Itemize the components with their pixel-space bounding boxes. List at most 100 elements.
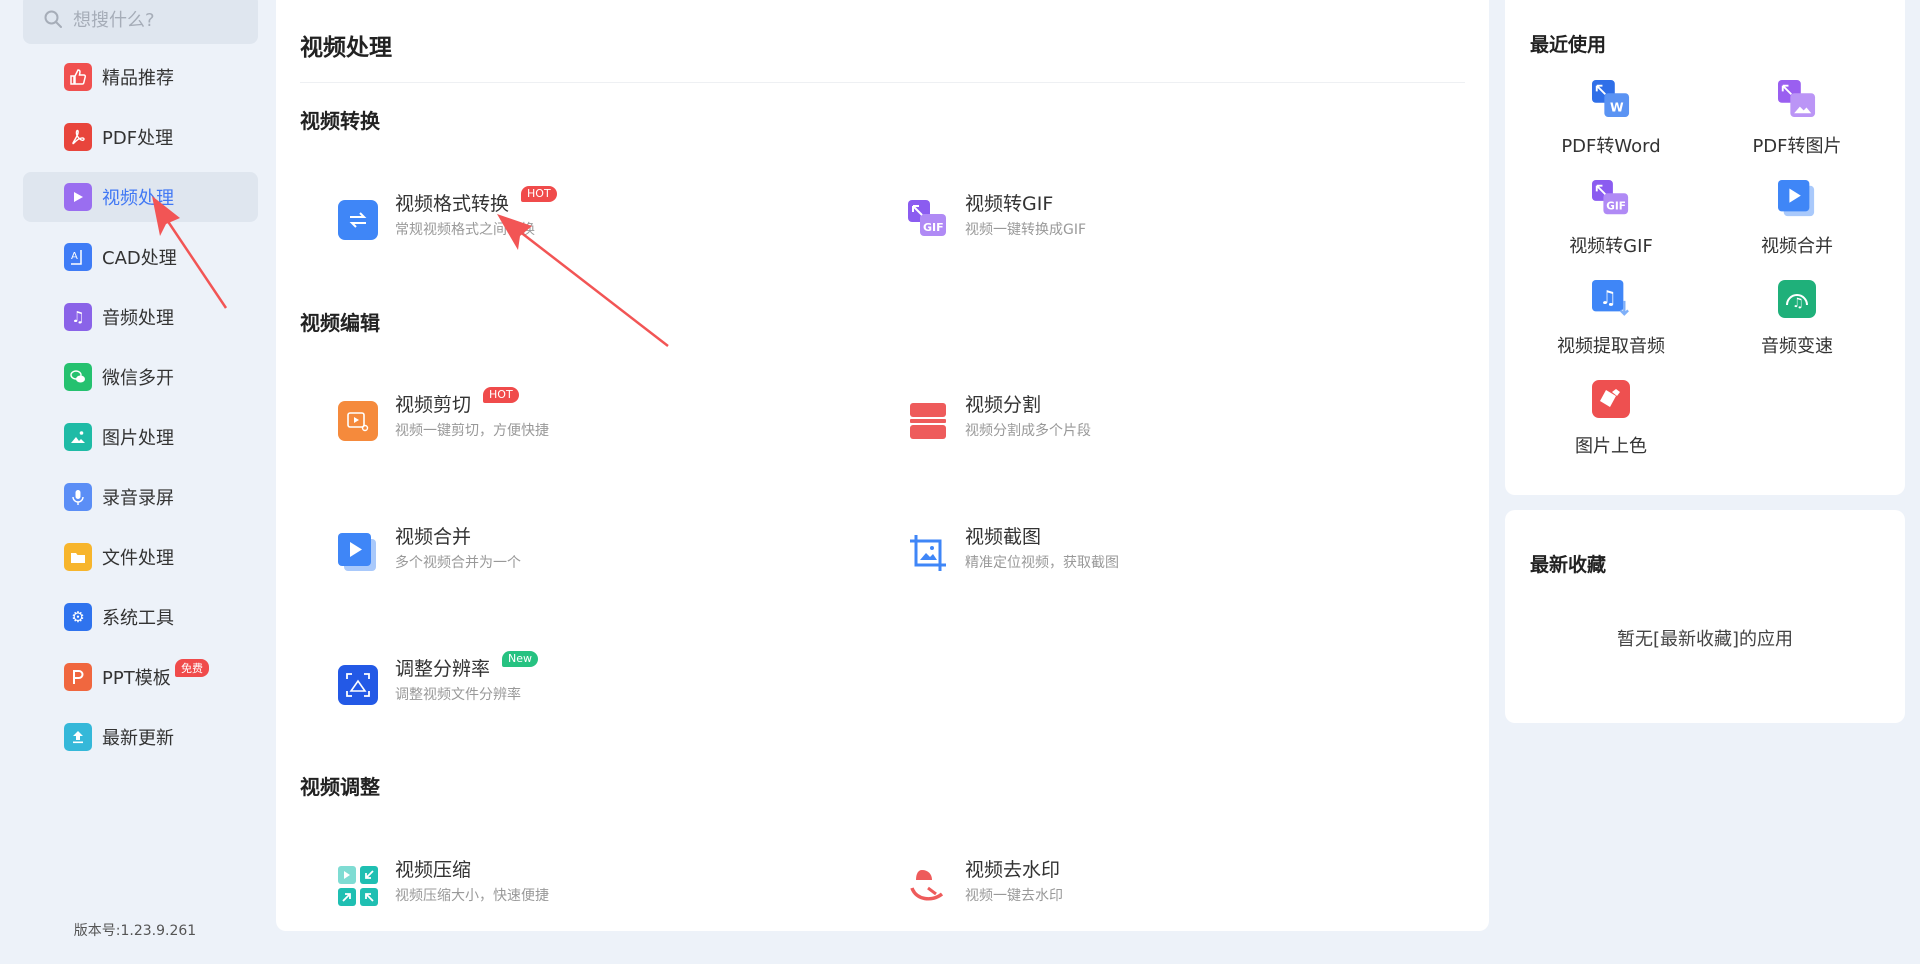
recent-item-label: PDF转图片 <box>1752 136 1842 157</box>
sidebar-item-image[interactable]: 图片处理 <box>23 412 258 462</box>
sidebar-item-video[interactable]: 视频处理 <box>23 172 258 222</box>
sidebar-item-update[interactable]: 最新更新 <box>23 712 258 762</box>
sidebar: 想搜什么? 精品推荐 PDF处理 视频处理 A CAD处理 ♫ 音频处理 微信多… <box>0 0 270 964</box>
recent-item-label: 视频提取音频 <box>1557 336 1665 357</box>
recent-item-label: PDF转Word <box>1561 136 1661 157</box>
sidebar-item-label: 视频处理 <box>102 188 174 209</box>
sidebar-item-label: 音频处理 <box>102 308 174 329</box>
tool-name: 视频压缩 <box>395 859 472 881</box>
recent-item-colorize[interactable]: 图片上色 <box>1536 380 1686 458</box>
tool-video-remove-watermark[interactable]: 视频去水印 视频一键去水印 <box>908 857 1328 917</box>
recent-item-video-merge[interactable]: 视频合并 <box>1722 180 1872 258</box>
svg-text:♫: ♫ <box>1792 296 1804 311</box>
tool-desc: 视频一键剪切，方便快捷 <box>395 423 549 439</box>
main-panel: 视频处理 视频转换 视频格式转换 HOT 常规视频格式之间转换 GIF 视频转GI… <box>276 0 1489 931</box>
colorize-icon <box>1592 380 1630 418</box>
recent-item-video-to-gif[interactable]: GIF 视频转GIF <box>1536 180 1686 258</box>
sidebar-item-label: 文件处理 <box>102 548 174 569</box>
search-box[interactable]: 想搜什么? <box>23 0 258 44</box>
tool-video-to-gif[interactable]: GIF 视频转GIF 视频一键转换成GIF <box>908 191 1328 251</box>
svg-text:♫: ♫ <box>1600 287 1617 309</box>
section-title-edit: 视频编辑 <box>300 311 380 335</box>
tool-name: 视频截图 <box>965 526 1042 548</box>
svg-text:GIF: GIF <box>923 221 944 234</box>
tool-video-format-convert[interactable]: 视频格式转换 HOT 常规视频格式之间转换 <box>338 186 758 251</box>
tool-video-screenshot[interactable]: 视频截图 精准定位视频，获取截图 <box>908 524 1328 584</box>
thumb-up-icon <box>64 63 92 91</box>
image-icon <box>64 423 92 451</box>
tool-desc: 视频一键去水印 <box>965 888 1063 904</box>
tool-desc: 精准定位视频，获取截图 <box>965 555 1119 571</box>
sidebar-item-wechat[interactable]: 微信多开 <box>23 352 258 402</box>
speed-icon: ♫ <box>1778 280 1816 318</box>
gif-icon: GIF <box>908 200 948 240</box>
recent-panel: 最近使用 W PDF转Word PDF转图片 GIF 视频转GIF 视频合并 ♫… <box>1505 0 1905 495</box>
gif-icon: GIF <box>1592 180 1630 218</box>
microphone-icon <box>64 483 92 511</box>
cad-icon: A <box>64 243 92 271</box>
recent-item-extract-audio[interactable]: ♫ 视频提取音频 <box>1536 280 1686 358</box>
sidebar-item-label: 最新更新 <box>102 728 174 749</box>
svg-text:A: A <box>71 251 78 262</box>
music-icon: ♫ <box>64 303 92 331</box>
tool-desc: 视频压缩大小，快速便捷 <box>395 888 549 904</box>
tool-video-cut[interactable]: 视频剪切 HOT 视频一键剪切，方便快捷 <box>338 387 758 452</box>
recent-title: 最近使用 <box>1530 34 1607 56</box>
free-badge: 免费 <box>175 659 209 677</box>
audio-extract-icon: ♫ <box>1592 280 1630 318</box>
play-icon <box>64 183 92 211</box>
tool-name: 视频格式转换 <box>395 193 510 215</box>
folder-icon <box>64 543 92 571</box>
sidebar-item-label: 录音录屏 <box>102 488 174 509</box>
sidebar-item-system[interactable]: ⚙ 系统工具 <box>23 592 258 642</box>
version-label: 版本号:1.23.9.261 <box>73 923 197 939</box>
sidebar-item-cad[interactable]: A CAD处理 <box>23 232 258 282</box>
film-cut-icon <box>338 401 378 441</box>
sidebar-item-audio[interactable]: ♫ 音频处理 <box>23 292 258 342</box>
search-icon <box>44 10 62 28</box>
recent-item-pdf-to-word[interactable]: W PDF转Word <box>1536 80 1686 158</box>
tool-desc: 多个视频合并为一个 <box>395 555 521 571</box>
tool-name: 视频合并 <box>395 526 472 548</box>
sidebar-item-record[interactable]: 录音录屏 <box>23 472 258 522</box>
crop-image-icon <box>908 533 948 573</box>
favorites-empty-text: 暂无[最新收藏]的应用 <box>1616 629 1794 650</box>
sidebar-item-pdf[interactable]: PDF处理 <box>23 112 258 162</box>
sidebar-item-label: 微信多开 <box>102 368 174 389</box>
sidebar-item-file[interactable]: 文件处理 <box>23 532 258 582</box>
video-merge-icon <box>1778 180 1816 218</box>
pdf-to-image-icon <box>1778 80 1816 118</box>
recent-item-label: 图片上色 <box>1575 436 1647 457</box>
tool-adjust-resolution[interactable]: 调整分辨率 New 调整视频文件分辨率 <box>338 651 758 716</box>
convert-arrows-icon <box>338 200 378 240</box>
tool-video-compress[interactable]: 视频压缩 视频压缩大小，快速便捷 <box>338 857 758 917</box>
favorites-title: 最新收藏 <box>1530 554 1607 576</box>
tool-video-split[interactable]: 视频分割 视频分割成多个片段 <box>908 392 1328 452</box>
tool-name: 视频分割 <box>965 394 1042 416</box>
page-title: 视频处理 <box>300 35 392 61</box>
recent-item-pdf-to-image[interactable]: PDF转图片 <box>1722 80 1872 158</box>
sidebar-item-label: CAD处理 <box>102 248 177 269</box>
upload-icon <box>64 723 92 751</box>
sidebar-nav: 精品推荐 PDF处理 视频处理 A CAD处理 ♫ 音频处理 微信多开 图片处理… <box>23 52 258 772</box>
sidebar-item-label: 系统工具 <box>102 608 174 629</box>
section-title-adjust: 视频调整 <box>300 775 380 799</box>
recent-item-audio-speed[interactable]: ♫ 音频变速 <box>1722 280 1872 358</box>
resolution-icon <box>338 665 378 705</box>
pdf-to-word-icon: W <box>1592 80 1630 118</box>
sidebar-item-ppt[interactable]: PPT模板 免费 <box>23 652 258 702</box>
sidebar-item-label: PPT模板 <box>102 668 171 689</box>
svg-text:GIF: GIF <box>1606 200 1626 212</box>
tool-video-merge[interactable]: 视频合并 多个视频合并为一个 <box>338 524 758 584</box>
svg-text:W: W <box>1610 100 1624 114</box>
sidebar-item-recommend[interactable]: 精品推荐 <box>23 52 258 102</box>
hot-badge: HOT <box>521 186 557 202</box>
watermark-remove-icon <box>908 866 948 906</box>
recent-item-label: 音频变速 <box>1761 336 1833 357</box>
tool-desc: 调整视频文件分辨率 <box>395 687 521 703</box>
compress-icon <box>338 866 378 906</box>
tool-desc: 视频分割成多个片段 <box>965 423 1091 439</box>
divider <box>300 82 1465 83</box>
search-input[interactable]: 想搜什么? <box>73 6 155 32</box>
tool-desc: 视频一键转换成GIF <box>965 222 1087 238</box>
